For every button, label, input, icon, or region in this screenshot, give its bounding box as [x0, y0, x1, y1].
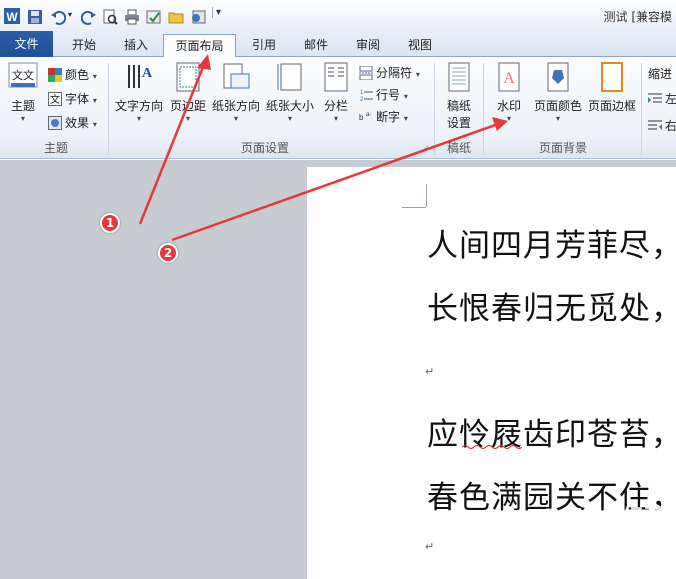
baidu-watermark-url: jingyan.baidu.com: [569, 553, 662, 564]
arrow-to-watermark-button: [171, 122, 499, 242]
step-badge-1: 1: [100, 213, 120, 233]
arrow-head: [197, 54, 211, 70]
baidu-watermark-logo: Baidu 经验: [543, 506, 666, 531]
arrow-to-page-layout-tab: [138, 61, 207, 225]
annotation-arrows: [138, 54, 508, 242]
step-badge-2: 2: [158, 243, 178, 263]
